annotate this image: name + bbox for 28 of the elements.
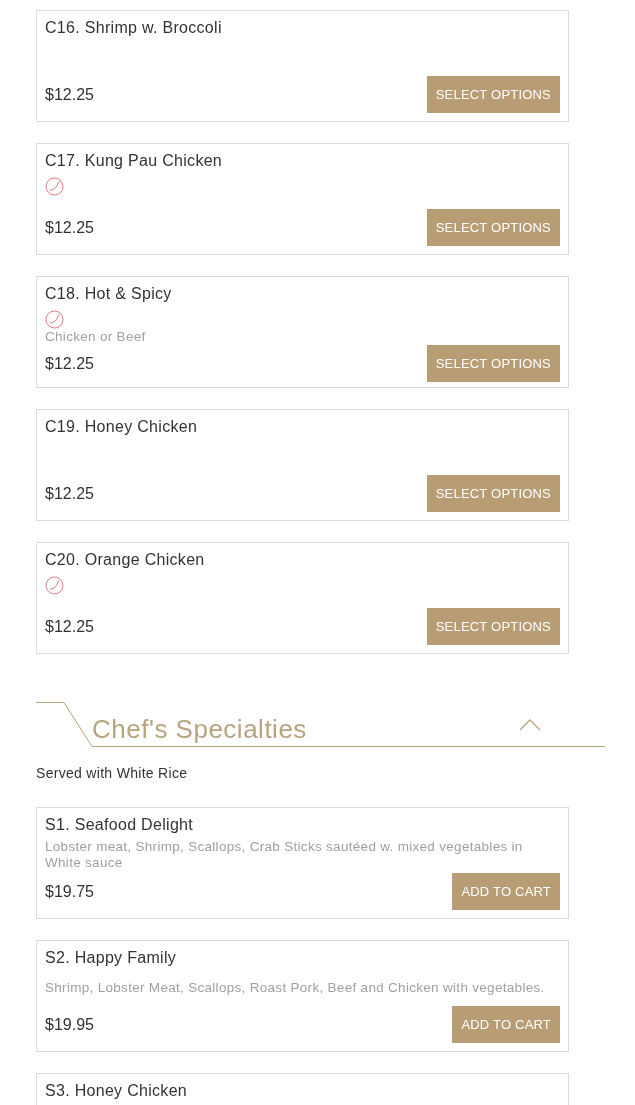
item-description: Lobster meat, Shrimp, Scallops, Crab Sticks sautéed w. mixed vegetables in White sauce [45, 838, 524, 871]
select-options-button[interactable]: SELECT OPTIONS [426, 76, 560, 113]
item-price: $12.25 [45, 217, 94, 238]
item-price: $19.75 [45, 881, 94, 902]
item-title: C20. Orange Chicken [45, 550, 206, 570]
select-options-button[interactable]: SELECT OPTIONS [426, 475, 560, 512]
item-price: $12.25 [45, 84, 94, 105]
item-title: C17. Kung Pau Chicken [45, 151, 224, 171]
item-title: C18. Hot & Spicy [45, 284, 173, 304]
add-to-cart-button[interactable]: ADD TO CART [452, 1006, 560, 1043]
item-title: S3. Honey Chicken [45, 1081, 189, 1101]
item-price: $12.25 [45, 616, 94, 637]
item-description: Chicken or Beef [45, 329, 147, 345]
item-price: $12.25 [45, 483, 94, 504]
select-options-button[interactable]: SELECT OPTIONS [426, 345, 560, 382]
item-title: S2. Happy Family [45, 948, 178, 968]
add-to-cart-button[interactable]: ADD TO CART [452, 873, 560, 910]
collapse-chevron-icon[interactable] [519, 719, 541, 731]
item-title: C19. Honey Chicken [45, 417, 199, 437]
section-title: Chef's Specialties [92, 713, 307, 745]
select-options-button[interactable]: SELECT OPTIONS [426, 209, 560, 246]
item-price: $19.95 [45, 1014, 94, 1035]
item-description: Shrimp, Lobster Meat, Scallops, Roast Pork, Beef and Chicken with vegetables. [45, 979, 546, 996]
item-title: S1. Seafood Delight [45, 815, 195, 835]
select-options-button[interactable]: SELECT OPTIONS [426, 608, 560, 645]
item-title: C16. Shrimp w. Broccoli [45, 18, 223, 38]
section-subtitle: Served with White Rice [36, 764, 189, 783]
item-price: $12.25 [45, 353, 94, 374]
